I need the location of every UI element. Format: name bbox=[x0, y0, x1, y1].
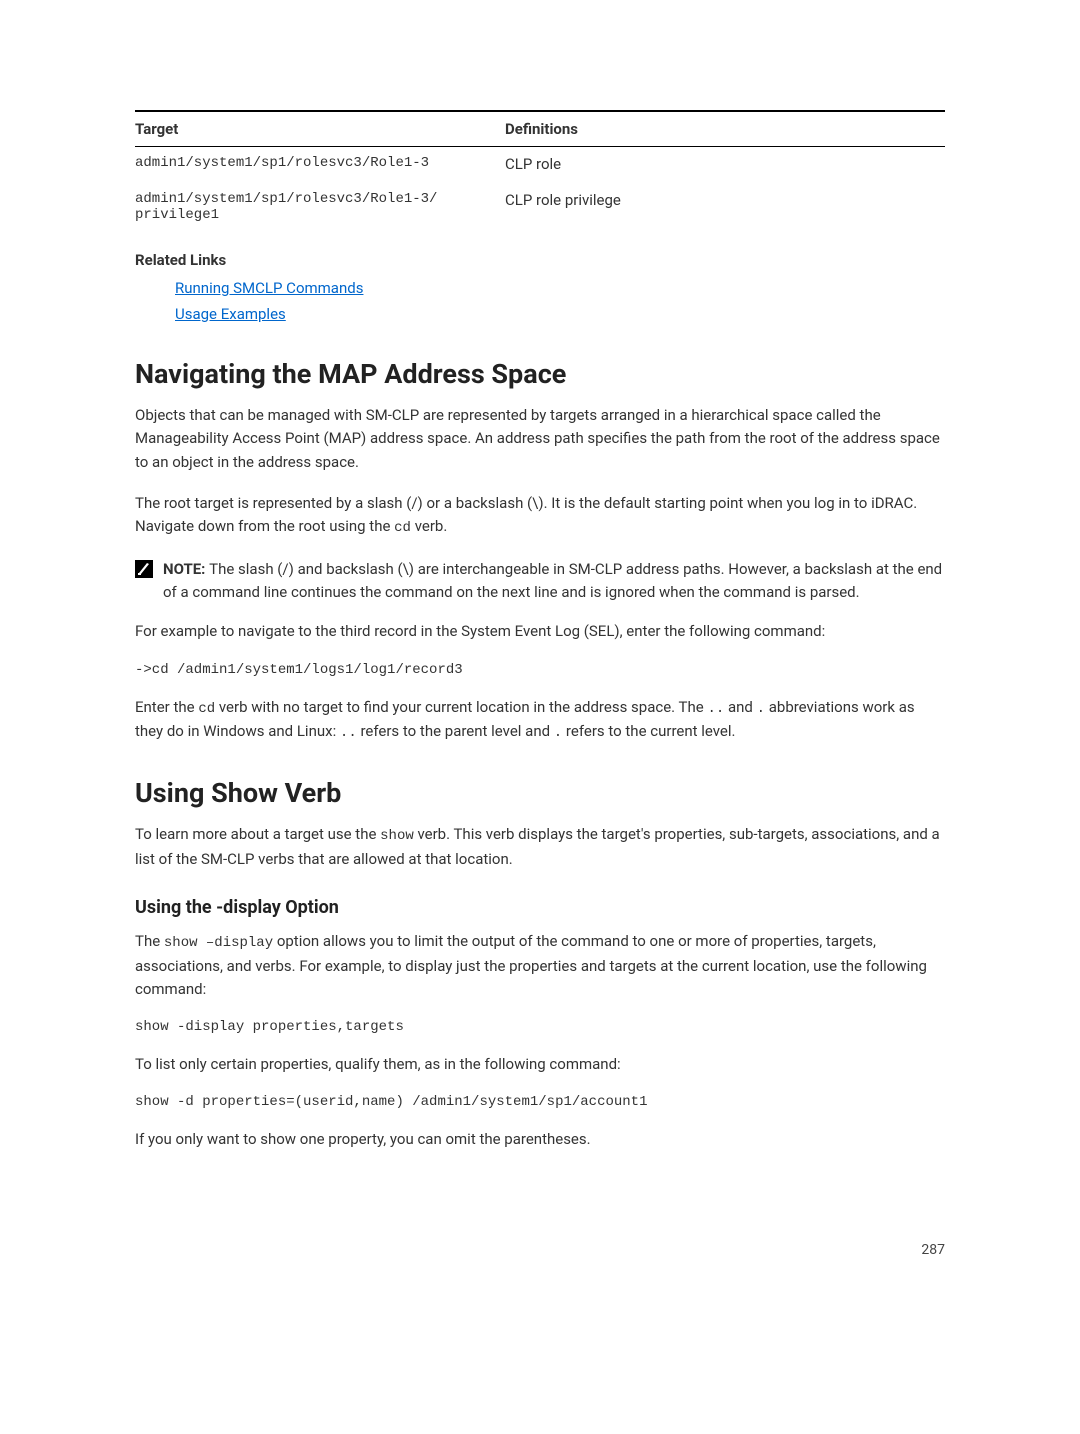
paragraph: The root target is represented by a slas… bbox=[135, 492, 945, 540]
text: refers to the parent level and bbox=[357, 722, 554, 740]
text: The bbox=[135, 932, 164, 950]
heading-using-display-option: Using the -display Option bbox=[135, 897, 945, 918]
link-running-smclp-commands[interactable]: Running SMCLP Commands bbox=[175, 279, 363, 297]
table-row: admin1/system1/sp1/rolesvc3/Role1-3 CLP … bbox=[135, 147, 945, 183]
code-block: ->cd /admin1/system1/logs1/log1/record3 bbox=[135, 662, 945, 678]
table-header-row: Target Definitions bbox=[135, 120, 945, 147]
inline-code: .. bbox=[707, 701, 724, 717]
inline-code: . bbox=[554, 725, 562, 741]
text: verb. bbox=[411, 517, 447, 535]
paragraph: Enter the cd verb with no target to find… bbox=[135, 696, 945, 745]
paragraph: For example to navigate to the third rec… bbox=[135, 620, 945, 643]
heading-using-show-verb: Using Show Verb bbox=[135, 777, 945, 809]
code-block: show -d properties=(userid,name) /admin1… bbox=[135, 1094, 945, 1110]
table-cell-definition: CLP role bbox=[505, 155, 945, 173]
table-cell-target: admin1/system1/sp1/rolesvc3/Role1-3/ pri… bbox=[135, 191, 505, 223]
table-top-rule bbox=[135, 110, 945, 112]
heading-navigating-map: Navigating the MAP Address Space bbox=[135, 358, 945, 390]
table-row: admin1/system1/sp1/rolesvc3/Role1-3/ pri… bbox=[135, 183, 945, 233]
text: verb with no target to find your current… bbox=[215, 698, 707, 716]
paragraph: If you only want to show one property, y… bbox=[135, 1128, 945, 1151]
text: and bbox=[724, 698, 756, 716]
note-text: NOTE: The slash (/) and backslash (\) ar… bbox=[163, 558, 945, 605]
table-cell-target: admin1/system1/sp1/rolesvc3/Role1-3 bbox=[135, 155, 505, 173]
code-block: show -display properties,targets bbox=[135, 1019, 945, 1035]
link-usage-examples[interactable]: Usage Examples bbox=[175, 305, 286, 323]
inline-code: show –display bbox=[164, 935, 273, 951]
inline-code: show bbox=[380, 828, 414, 844]
paragraph: Objects that can be managed with SM-CLP … bbox=[135, 404, 945, 474]
text: refers to the current level. bbox=[562, 722, 735, 740]
paragraph: To learn more about a target use the sho… bbox=[135, 823, 945, 871]
inline-code: cd bbox=[198, 701, 215, 717]
paragraph: To list only certain properties, qualify… bbox=[135, 1053, 945, 1076]
document-page: Target Definitions admin1/system1/sp1/ro… bbox=[0, 0, 1080, 1338]
table-header-target: Target bbox=[135, 120, 505, 138]
text: The root target is represented by a slas… bbox=[135, 494, 917, 535]
related-links-list: Running SMCLP Commands Usage Examples bbox=[175, 275, 945, 326]
paragraph: The show –display option allows you to l… bbox=[135, 930, 945, 1001]
related-links-heading: Related Links bbox=[135, 251, 945, 269]
table-header-definitions: Definitions bbox=[505, 120, 945, 138]
text: To learn more about a target use the bbox=[135, 825, 380, 843]
inline-code: .. bbox=[340, 725, 357, 741]
inline-code: . bbox=[757, 701, 765, 717]
table-cell-definition: CLP role privilege bbox=[505, 191, 945, 223]
page-number: 287 bbox=[135, 1242, 945, 1258]
note-label: NOTE: bbox=[163, 560, 209, 578]
inline-code: cd bbox=[394, 520, 411, 536]
text: The slash (/) and backslash (\) are inte… bbox=[163, 560, 942, 601]
text: Enter the bbox=[135, 698, 198, 716]
note-icon bbox=[135, 560, 153, 578]
note-block: NOTE: The slash (/) and backslash (\) ar… bbox=[135, 558, 945, 605]
